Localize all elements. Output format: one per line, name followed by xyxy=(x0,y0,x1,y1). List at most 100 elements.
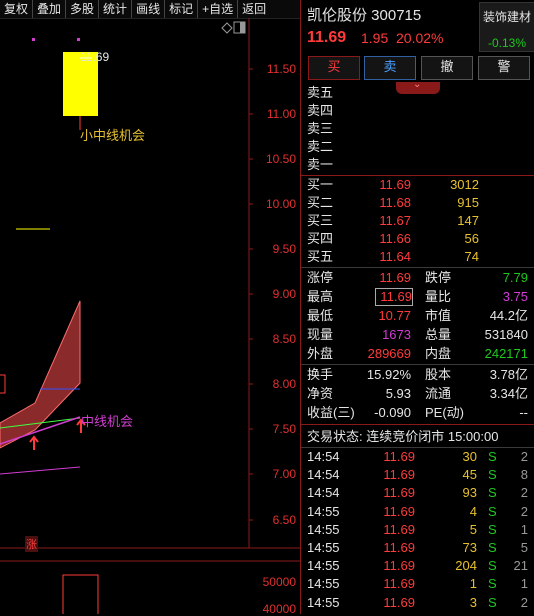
stat-label: 股本 xyxy=(425,367,452,382)
bid-label: 买四 xyxy=(307,231,334,246)
trade-n: 2 xyxy=(520,485,528,501)
stat-inner-volume: 242171 xyxy=(484,346,528,361)
sector-change: -0.13% xyxy=(487,36,527,50)
bid-label: 买三 xyxy=(307,213,334,228)
trade-price: 11.69 xyxy=(383,594,415,610)
trade-side: S xyxy=(488,594,497,610)
price-change-pct: 20.02% xyxy=(396,30,444,46)
tick-trade-row: 14:55 11.69 1 S 1 xyxy=(301,575,534,593)
trade-time: 14:54 xyxy=(307,485,340,501)
stat-label: PE(动) xyxy=(425,405,465,420)
high-price-label: 11.69 xyxy=(80,50,110,64)
alert-button[interactable]: 警 xyxy=(478,56,530,80)
stat-current-volume: 1673 xyxy=(382,327,411,342)
stat-limit-down: 7.79 xyxy=(502,270,528,285)
stat-market-value: 44.2亿 xyxy=(489,308,528,323)
toolbar-back[interactable]: 返回 xyxy=(238,0,270,18)
volume-tick: 50000 xyxy=(262,575,296,589)
price-tick: 9.00 xyxy=(272,287,296,301)
toolbar-overlay[interactable]: 叠加 xyxy=(33,0,67,18)
toolbar-mark[interactable]: 标记 xyxy=(165,0,199,18)
collapse-toggle[interactable]: ⌄ xyxy=(396,79,440,94)
toolbar-draw-line[interactable]: 画线 xyxy=(132,0,166,18)
trade-status: 交易状态: 连续竞价闭市 15:00:00 xyxy=(307,429,499,444)
trade-price: 11.69 xyxy=(383,540,415,555)
kline-chart[interactable]: 11.69 小中线机会 中线机会 涨 11.50 11.00 10.50 10.… xyxy=(0,18,300,616)
sector-box[interactable]: 装饰建材 -0.13% xyxy=(479,2,534,52)
trade-vol: 204 xyxy=(455,558,477,574)
trade-price: 11.69 xyxy=(383,485,415,501)
trade-side: S xyxy=(488,558,497,574)
trade-price: 11.69 xyxy=(383,521,415,537)
price-tick: 10.00 xyxy=(265,197,296,211)
tick-trade-row: 14:54 11.69 93 S 2 xyxy=(301,484,534,502)
trade-time: 14:54 xyxy=(307,449,340,464)
stat-label: 净资 xyxy=(307,386,334,401)
stat-label: 市值 xyxy=(425,308,452,323)
divider xyxy=(301,424,534,425)
trade-vol: 73 xyxy=(462,540,477,555)
bid-label: 买五 xyxy=(307,249,334,264)
tick-trade-row: 14:55 11.69 204 S 21 xyxy=(301,557,534,575)
trade-n: 5 xyxy=(520,540,528,555)
toolbar-multi-stock[interactable]: 多股 xyxy=(66,0,100,18)
sell-button[interactable]: 卖 xyxy=(364,56,416,80)
price-tick: 8.50 xyxy=(272,332,296,346)
trade-time: 14:55 xyxy=(307,540,340,555)
trade-n: 8 xyxy=(520,467,528,483)
trade-price: 11.69 xyxy=(383,467,415,483)
trade-price: 11.69 xyxy=(383,449,415,464)
bid-volume: 74 xyxy=(464,249,479,264)
stat-label: 跌停 xyxy=(425,270,452,285)
kline-canvas xyxy=(0,18,300,614)
trade-vol: 4 xyxy=(469,503,477,519)
tick-trade-row: 14:55 11.69 4 S 2 xyxy=(301,503,534,521)
trade-price: 11.69 xyxy=(383,503,415,519)
toolbar-add-watchlist[interactable]: +自选 xyxy=(198,0,239,18)
stat-label: 换手 xyxy=(307,367,334,382)
ask-label: 卖三 xyxy=(307,121,334,136)
tick-trade-row: 14:55 11.69 3 S 2 xyxy=(301,594,534,612)
trade-side: S xyxy=(488,485,497,501)
trade-n: 21 xyxy=(513,558,528,574)
bid-volume: 147 xyxy=(457,213,479,228)
ask-label: 卖五 xyxy=(307,85,334,100)
stat-label: 涨停 xyxy=(307,270,334,285)
toolbar-restore-rights[interactable]: 复权 xyxy=(0,0,34,18)
stat-pe: -- xyxy=(519,405,528,420)
trade-side: S xyxy=(488,521,497,537)
sector-name: 装饰建材 xyxy=(482,10,531,24)
annotation-small-mid-opportunity: 小中线机会 xyxy=(80,128,146,143)
trade-price: 11.69 xyxy=(383,558,415,574)
trade-n: 2 xyxy=(520,449,528,464)
bid-label: 买二 xyxy=(307,195,334,210)
divider xyxy=(301,175,534,176)
buy-button[interactable]: 买 xyxy=(308,56,360,80)
trade-vol: 5 xyxy=(469,521,477,537)
price-tick: 11.00 xyxy=(266,107,296,121)
toolbar-statistics[interactable]: 统计 xyxy=(99,0,133,18)
trade-side: S xyxy=(488,449,497,464)
bid-price: 11.64 xyxy=(379,249,411,264)
divider xyxy=(301,267,534,268)
ask-label: 卖二 xyxy=(307,139,334,154)
stat-label: 量比 xyxy=(425,289,452,304)
stat-limit-up: 11.69 xyxy=(379,270,411,285)
stat-label: 流通 xyxy=(425,386,452,401)
stat-total-volume: 531840 xyxy=(484,327,528,342)
ask-label: 卖四 xyxy=(307,103,334,118)
trade-n: 2 xyxy=(520,503,528,519)
cancel-order-button[interactable]: 撤 xyxy=(421,56,473,80)
price-tick: 8.00 xyxy=(272,377,296,391)
trade-vol: 3 xyxy=(469,594,477,610)
trade-vol: 1 xyxy=(469,576,477,592)
bid-price: 11.68 xyxy=(379,195,411,210)
trade-time: 14:54 xyxy=(307,467,340,483)
tick-trade-row: 14:55 11.69 73 S 5 xyxy=(301,539,534,557)
stat-low: 10.77 xyxy=(378,308,411,323)
stat-net-asset: 5.93 xyxy=(385,386,411,401)
trade-time: 14:55 xyxy=(307,558,340,574)
bid-price: 11.66 xyxy=(379,231,411,246)
trade-side: S xyxy=(488,503,497,519)
stat-label: 现量 xyxy=(307,327,334,342)
